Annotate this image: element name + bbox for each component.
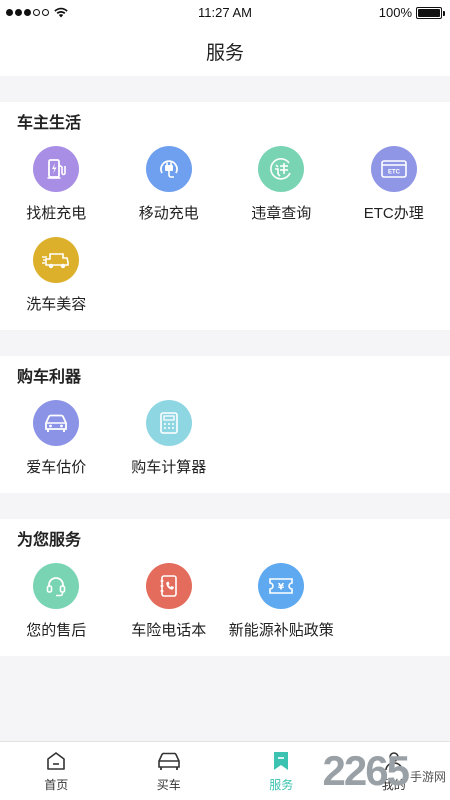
tab-label: 买车 — [156, 778, 181, 792]
tab-label: 服务 — [269, 778, 294, 792]
car-icon — [157, 752, 180, 770]
watermark-text: 手游网 — [409, 769, 446, 784]
service-label: 爱车估价 — [26, 459, 87, 476]
section-owner-life: 车主生活 找桩充电 移动充电 违章查询 ETC ETC办理 洗车美容 — [0, 76, 450, 330]
service-label: 购车计算器 — [131, 459, 207, 476]
bookmark-icon — [274, 752, 289, 770]
service-label: 车险电话本 — [131, 622, 207, 639]
service-label: ETC办理 — [363, 205, 424, 222]
service-label: 洗车美容 — [26, 296, 87, 313]
status-bar: 11:27 AM 100% — [0, 0, 450, 26]
service-after-sales[interactable]: 您的售后 — [0, 563, 113, 640]
service-label: 违章查询 — [251, 205, 312, 222]
headset-icon — [33, 563, 80, 609]
service-car-calculator[interactable]: 购车计算器 — [113, 400, 226, 477]
calculator-icon — [145, 400, 192, 446]
service-car-wash[interactable]: 洗车美容 — [0, 237, 113, 314]
yen-text: ¥ — [278, 583, 285, 593]
tab-label: 首页 — [44, 778, 69, 792]
service-car-valuation[interactable]: 爱车估价 — [0, 400, 113, 477]
watermark-number: 2265 — [322, 747, 410, 794]
subsidy-ticket-icon: ¥ — [258, 563, 305, 609]
tab-home[interactable]: 首页 — [0, 742, 113, 800]
section-car-buying-tools: 购车利器 爱车估价 购车计算器 — [0, 356, 450, 493]
mobile-charge-icon — [145, 146, 192, 192]
service-find-charging[interactable]: 找桩充电 — [0, 146, 113, 223]
etc-text: ETC — [388, 170, 401, 176]
service-etc[interactable]: ETC ETC办理 — [338, 146, 450, 223]
tab-buy-car[interactable]: 买车 — [113, 742, 226, 800]
battery-percent: 100% — [378, 5, 412, 20]
car-valuation-icon — [33, 400, 80, 446]
section-title: 车主生活 — [17, 115, 82, 132]
car-wash-icon — [33, 237, 80, 283]
watermark-logo: 2265 手游网 — [300, 742, 450, 800]
battery-icon — [416, 6, 445, 19]
service-label: 您的售后 — [26, 622, 87, 639]
service-label: 找桩充电 — [26, 205, 87, 222]
section-title: 购车利器 — [17, 369, 82, 386]
section-for-you: 为您服务 您的售后 车险电话本 ¥ 新能源补贴政策 — [0, 519, 450, 656]
battery-indicator: 100% — [378, 5, 445, 20]
home-icon — [47, 752, 66, 770]
service-ev-subsidy[interactable]: ¥ 新能源补贴政策 — [225, 563, 338, 640]
charging-pile-icon — [33, 146, 80, 192]
service-insurance-phonebook[interactable]: 车险电话本 — [113, 563, 226, 640]
service-label: 移动充电 — [138, 205, 199, 222]
nav-bar: 服务 — [0, 26, 450, 76]
service-label: 新能源补贴政策 — [228, 622, 334, 639]
service-violation-query[interactable]: 违章查询 — [225, 146, 338, 223]
violation-icon — [258, 146, 305, 192]
page-title: 服务 — [205, 42, 244, 64]
phonebook-icon — [145, 563, 192, 609]
etc-card-icon: ETC — [370, 146, 417, 192]
section-title: 为您服务 — [17, 532, 82, 549]
service-mobile-charging[interactable]: 移动充电 — [113, 146, 226, 223]
